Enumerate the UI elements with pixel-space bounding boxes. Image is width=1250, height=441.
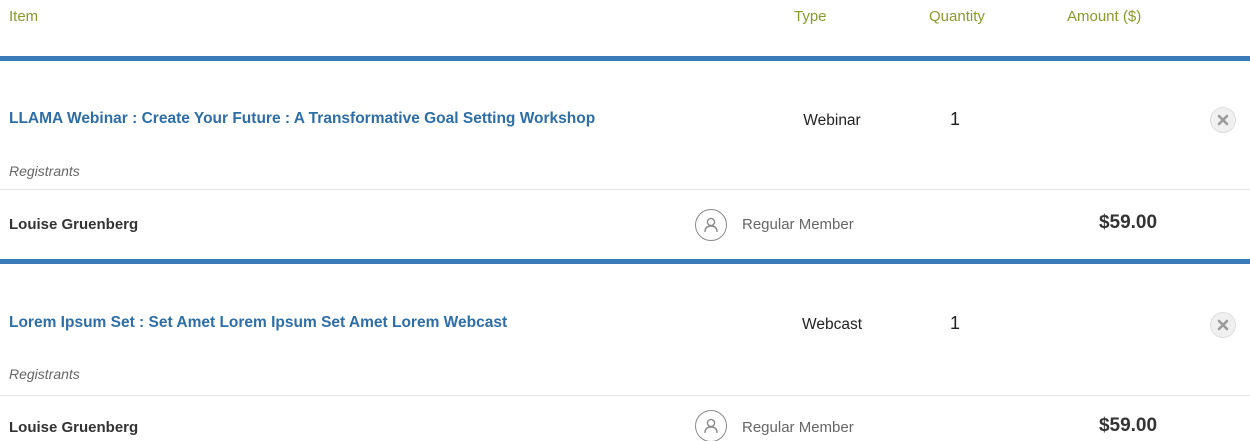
registrant-name: Louise Gruenberg xyxy=(9,216,139,233)
header-item: Item xyxy=(9,8,39,25)
header-amount: Amount ($) xyxy=(1067,8,1142,25)
header-quantity: Quantity xyxy=(929,8,985,25)
item-type: Webinar xyxy=(803,112,861,129)
remove-item-button[interactable] xyxy=(1210,312,1236,338)
item-title-link[interactable]: LLAMA Webinar : Create Your Future : A T… xyxy=(9,110,595,128)
close-icon xyxy=(1217,114,1229,126)
item-divider xyxy=(0,259,1250,264)
cart-header: Item Type Quantity Amount ($) xyxy=(0,0,1250,54)
item-quantity: 1 xyxy=(949,109,960,129)
avatar xyxy=(695,410,727,441)
item-quantity: 1 xyxy=(949,313,960,333)
member-type: Regular Member xyxy=(742,216,854,233)
row-divider xyxy=(0,189,1250,190)
user-icon xyxy=(704,217,718,233)
member-type: Regular Member xyxy=(742,419,854,436)
header-type: Type xyxy=(794,8,827,25)
row-divider xyxy=(0,395,1250,396)
header-divider xyxy=(0,56,1250,61)
registrants-label: Registrants xyxy=(9,163,80,179)
close-icon xyxy=(1217,319,1229,331)
registrant-amount: $59.00 xyxy=(1098,212,1158,233)
user-icon xyxy=(704,418,718,434)
registrant-name: Louise Gruenberg xyxy=(9,419,139,436)
avatar xyxy=(695,209,727,241)
item-type: Webcast xyxy=(801,316,863,333)
remove-item-button[interactable] xyxy=(1210,107,1236,133)
cart-table: Item Type Quantity Amount ($) LLAMA Webi… xyxy=(0,0,1250,441)
registrants-label: Registrants xyxy=(9,366,80,382)
item-title-link[interactable]: Lorem Ipsum Set : Set Amet Lorem Ipsum S… xyxy=(9,314,507,332)
registrant-amount: $59.00 xyxy=(1098,415,1158,436)
